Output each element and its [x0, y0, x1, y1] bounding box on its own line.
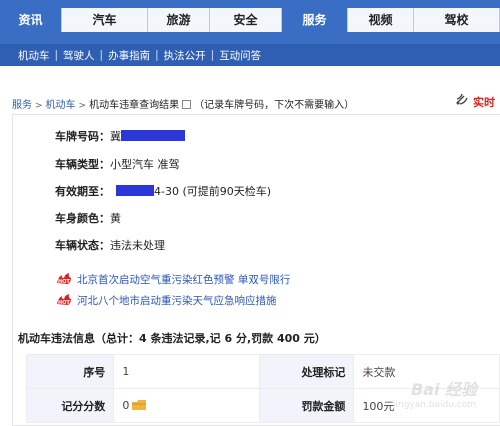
watermark-line1: Bai 经验 [411, 380, 478, 399]
main-tabs: 资讯 汽车 旅游 安全 服务 视频 驾校 [0, 8, 500, 32]
breadcrumb-current: 机动车违章查询结果 [89, 100, 180, 111]
color-label: 车身颜色： [55, 212, 110, 225]
notice-link-2[interactable]: HOT 河北八个地市启动重污染天气应急响应措施 [55, 293, 277, 308]
subnav-item-2[interactable]: 办事指南 [108, 48, 150, 63]
tab-1[interactable]: 汽车 [62, 8, 148, 32]
tab-2[interactable]: 旅游 [148, 8, 210, 32]
status-value: 违法未处理 [110, 239, 165, 252]
plate-row: 车牌号码：冀 [55, 128, 185, 144]
watermark: Bai 经验 jingyan.baidu.com [385, 372, 497, 422]
notice-link-1[interactable]: HOT 北京首次启动空气重污染红色预警 单双号限行 [55, 272, 290, 287]
remember-plate-note: （记录车牌号码，下次不需要输入） [194, 100, 355, 111]
redaction-mask [121, 130, 185, 141]
sub-navigation: 机动车 | 驾驶人 | 办事指南 | 执法公开 | 互动问答 [0, 44, 500, 66]
realtime-label: 实时 [473, 96, 495, 109]
expiry-value: 4-30 (可提前90天检车) [154, 185, 272, 198]
svg-text:HOT: HOT [58, 279, 70, 285]
notice-text-1: 北京首次启动空气重污染红色预警 单双号限行 [77, 274, 291, 286]
breadcrumb-home-link[interactable]: 服务 [12, 100, 32, 111]
violation-summary: 机动车违法信息（总计：4 条违法记录,记 6 分,罚款 400 元） [18, 332, 326, 345]
subnav-separator: | [155, 49, 159, 61]
type-row: 车辆类型：小型汽车 准驾 [55, 156, 180, 172]
points-value: 0 [122, 399, 130, 412]
plate-label: 车牌号码： [55, 130, 110, 143]
watermark-line2: jingyan.baidu.com [393, 400, 477, 410]
subnav-separator: | [54, 49, 59, 61]
breadcrumb-section-link[interactable]: 机动车 [46, 100, 76, 111]
expiry-row: 有效期至： 4-30 (可提前90天检车) [55, 183, 271, 199]
status-row: 车辆状态：违法未处理 [55, 237, 165, 253]
tab-4[interactable]: 服务 [282, 8, 348, 32]
redaction-mask [116, 185, 154, 196]
tab-6[interactable]: 驾校 [414, 8, 500, 32]
notice-text-2: 河北八个地市启动重污染天气应急响应措施 [77, 295, 277, 307]
satellite-icon [456, 93, 468, 105]
points-cell: 0 [113, 388, 260, 423]
folder-icon[interactable] [132, 400, 147, 410]
color-value: 黄 [110, 212, 121, 225]
serial-header: 序号 [25, 354, 115, 389]
subnav-separator: | [99, 49, 104, 61]
tab-5[interactable]: 视频 [348, 8, 414, 32]
subnav-separator: | [210, 49, 215, 61]
serial-value: 1 [113, 354, 260, 389]
subnav-item-1[interactable]: 驾驶人 [63, 48, 95, 63]
type-value: 小型汽车 准驾 [110, 158, 180, 171]
expiry-label: 有效期至： [55, 185, 110, 198]
breadcrumb-arrow-icon: > [35, 101, 43, 111]
subnav-item-4[interactable]: 互动问答 [219, 48, 261, 63]
realtime-link[interactable]: 实时 [455, 92, 500, 109]
subnav-item-0[interactable]: 机动车 [18, 48, 50, 63]
breadcrumb-arrow-icon: > [78, 101, 87, 111]
fine-header: 罚款金额 [258, 388, 355, 423]
points-header: 记分分数 [25, 388, 115, 423]
remember-plate-checkbox[interactable] [182, 100, 192, 109]
breadcrumb: 服务 > 机动车 > 机动车违章查询结果 （记录车牌号码，下次不需要输入） [12, 96, 354, 111]
status-mark-header: 处理标记 [258, 354, 355, 389]
tab-3[interactable]: 安全 [210, 8, 282, 32]
svg-text:HOT: HOT [58, 300, 70, 306]
subnav-item-3[interactable]: 执法公开 [164, 48, 206, 63]
status-label: 车辆状态： [55, 239, 110, 252]
plate-value: 冀 [110, 130, 121, 143]
color-row: 车身颜色：黄 [55, 210, 121, 226]
tab-0[interactable]: 资讯 [0, 8, 62, 32]
hot-icon: HOT [57, 273, 71, 285]
top-navigation: 资讯 汽车 旅游 安全 服务 视频 驾校 [0, 0, 500, 46]
type-label: 车辆类型： [55, 158, 110, 171]
hot-icon: HOT [57, 294, 71, 306]
